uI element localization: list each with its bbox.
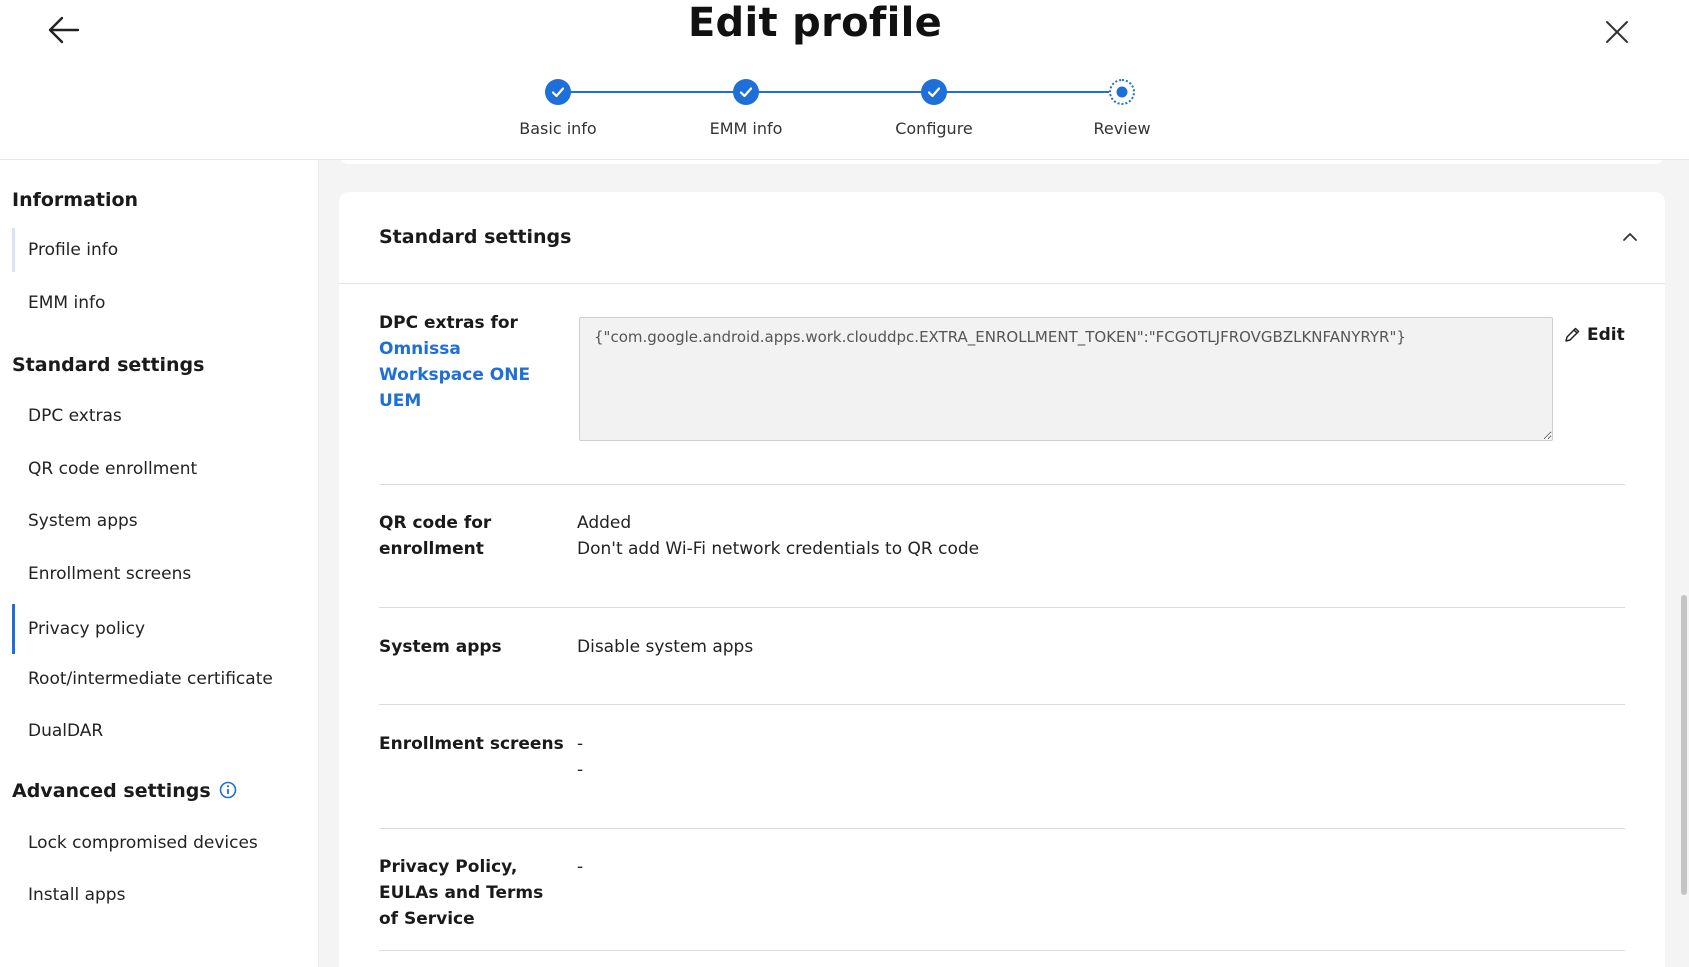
sidebar-item-install-apps[interactable]: Install apps: [12, 873, 312, 917]
check-icon: [921, 79, 947, 105]
check-icon: [545, 79, 571, 105]
sidebar-item-dpc-extras[interactable]: DPC extras: [12, 394, 312, 438]
privacy-policy-label: Privacy Policy, EULAs and Terms of Servi…: [379, 857, 544, 929]
standard-settings-card: Standard settings DPC extras for Omnissa…: [339, 192, 1665, 967]
current-step-icon: [1109, 79, 1135, 105]
step-label: Review: [1093, 119, 1151, 138]
step-emm-info: EMM info: [671, 76, 821, 138]
sidebar-item-dualdar[interactable]: DualDAR: [12, 709, 312, 753]
sidebar-nav: Information Profile info EMM info Standa…: [0, 160, 319, 967]
collapse-button[interactable]: [1615, 222, 1645, 252]
enrollment-screens-value-1: -: [577, 734, 584, 754]
nav-heading-advanced-settings: Advanced settings: [12, 780, 237, 802]
step-label: Basic info: [519, 119, 597, 138]
progress-stepper: Basic info EMM info Configure Review: [0, 76, 1689, 146]
sidebar-item-profile-info[interactable]: Profile info: [12, 228, 312, 272]
edit-label: Edit: [1587, 325, 1625, 345]
check-icon: [733, 79, 759, 105]
scrollbar[interactable]: [1681, 595, 1687, 895]
divider: [379, 607, 1625, 608]
step-label: Configure: [895, 119, 973, 138]
sidebar-item-system-apps[interactable]: System apps: [12, 499, 312, 543]
system-apps-value: Disable system apps: [577, 637, 754, 657]
divider: [379, 828, 1625, 829]
nav-heading-advanced-label: Advanced settings: [12, 780, 211, 802]
enrollment-screens-label: Enrollment screens: [379, 734, 564, 754]
header: Edit profile Basic info EMM info Configu…: [0, 0, 1689, 160]
sidebar-item-enrollment-screens[interactable]: Enrollment screens: [12, 552, 312, 596]
previous-section-card: [339, 160, 1665, 164]
pencil-icon: [1565, 327, 1580, 342]
qr-code-value-wifi: Don't add Wi-Fi network credentials to Q…: [577, 539, 980, 559]
dpc-extras-textarea[interactable]: {"com.google.android.apps.work.clouddpc.…: [579, 317, 1553, 441]
edit-button[interactable]: Edit: [1563, 322, 1625, 348]
step-label: EMM info: [709, 119, 783, 138]
nav-heading-standard-settings: Standard settings: [12, 354, 205, 376]
dpc-extras-label-prefix: DPC extras for: [379, 313, 518, 333]
system-apps-label: System apps: [379, 637, 502, 657]
main-content[interactable]: Standard settings DPC extras for Omnissa…: [319, 160, 1689, 967]
sidebar-item-lock-compromised-devices[interactable]: Lock compromised devices: [12, 821, 312, 865]
nav-heading-information: Information: [12, 189, 139, 211]
qr-code-value-status: Added: [577, 513, 632, 533]
qr-code-label: QR code for enrollment: [379, 513, 492, 559]
sidebar-item-qr-code-enrollment[interactable]: QR code enrollment: [12, 447, 312, 491]
emm-provider-link[interactable]: Omnissa Workspace ONE UEM: [379, 339, 530, 411]
chevron-up-icon: [1623, 233, 1637, 241]
divider: [379, 950, 1625, 951]
card-title: Standard settings: [379, 226, 572, 248]
info-icon[interactable]: [219, 781, 237, 799]
sidebar-item-privacy-policy[interactable]: Privacy policy: [12, 604, 312, 654]
step-review: Review: [1047, 76, 1197, 138]
step-basic-info: Basic info: [483, 76, 633, 138]
page-title: Edit profile: [687, 0, 943, 46]
dpc-extras-label: DPC extras for Omnissa Workspace ONE UEM: [379, 310, 549, 414]
enrollment-screens-value-2: -: [577, 760, 584, 780]
step-configure: Configure: [859, 76, 1009, 138]
divider: [379, 484, 1625, 485]
close-icon: [1606, 21, 1628, 43]
close-button[interactable]: [1599, 14, 1635, 50]
card-header: Standard settings: [339, 192, 1665, 284]
privacy-policy-value: -: [577, 857, 584, 877]
sidebar-item-emm-info[interactable]: EMM info: [12, 281, 312, 325]
divider: [379, 704, 1625, 705]
sidebar-item-root-certificate[interactable]: Root/intermediate certificate: [12, 657, 312, 701]
